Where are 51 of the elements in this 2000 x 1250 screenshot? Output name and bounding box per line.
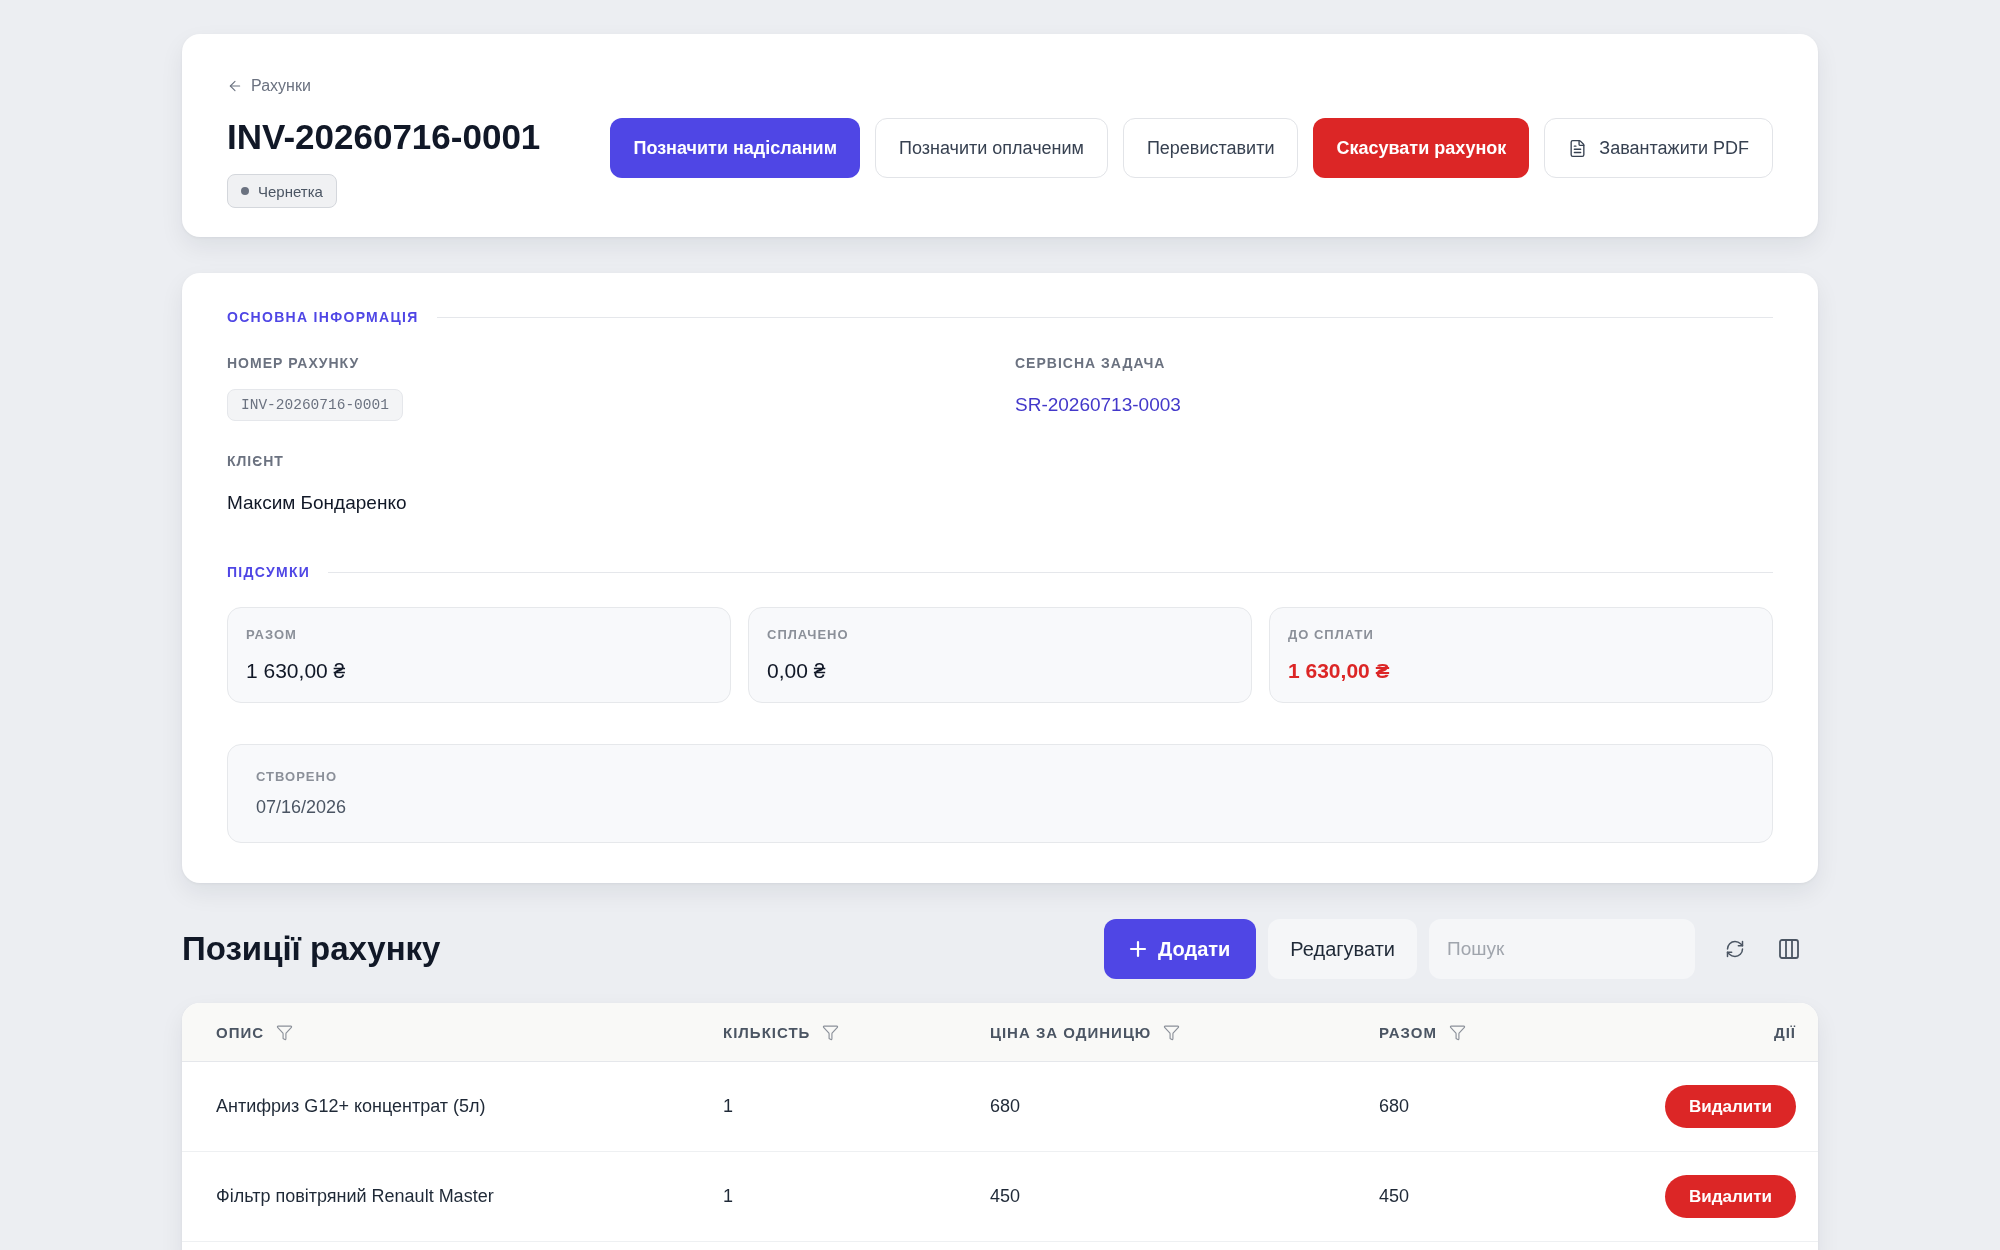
table-cell-text: 450 xyxy=(990,1186,1022,1207)
section-title: Позиції рахунку xyxy=(182,930,441,968)
action-button[interactable]: Позначити оплаченим xyxy=(874,118,1108,178)
add-button[interactable]: Додати xyxy=(1104,919,1257,979)
primary-action-button[interactable]: Позначити надісланим xyxy=(610,118,860,178)
status-dot-icon xyxy=(241,187,249,195)
refresh-icon[interactable] xyxy=(1725,939,1745,959)
field-label: НОМЕР РАХУНКУ xyxy=(227,354,360,372)
table-cell-text: 450 xyxy=(1379,1186,1411,1207)
column-header: ДІЇ xyxy=(1774,1023,1796,1041)
summary-value: 1 630,00 ₴ xyxy=(1288,658,1390,684)
cancel-button[interactable]: Скасувати рахунок xyxy=(1313,118,1530,178)
filter-icon[interactable] xyxy=(1163,1023,1181,1041)
code-value: INV-20260716-0001 xyxy=(227,389,403,421)
filter-icon[interactable] xyxy=(822,1023,840,1041)
table-cell-text: 680 xyxy=(990,1096,1022,1117)
field-label: КЛІЄНТ xyxy=(227,452,284,470)
download-button[interactable]: Завантажити PDF xyxy=(1544,118,1773,178)
field-label: СЕРВІСНА ЗАДАЧА xyxy=(1015,354,1166,372)
summary-label: РАЗОМ xyxy=(246,627,297,643)
filter-icon[interactable] xyxy=(276,1023,294,1041)
column-header: ОПИС xyxy=(216,1023,265,1041)
table-cell-text: Антифриз G12+ концентрат (5л) xyxy=(216,1096,487,1117)
column-header: КІЛЬКІСТЬ xyxy=(723,1023,811,1041)
column-header: ЦІНА ЗА ОДИНИЦЮ xyxy=(990,1023,1152,1041)
status-label: Чернетка xyxy=(258,182,323,200)
back-link[interactable]: Рахунки xyxy=(227,76,311,96)
delete-button[interactable]: Видалити xyxy=(1665,1175,1796,1218)
invoice-title: INV-20260716-0001 xyxy=(227,116,541,158)
section-heading: ПІДСУМКИ xyxy=(227,563,311,581)
table-cell-text: Фільтр повітряний Renault Master xyxy=(216,1186,495,1207)
action-button[interactable]: Перевиставити xyxy=(1122,118,1299,178)
search-field[interactable]: Пошук xyxy=(1429,919,1695,979)
created-date: 07/16/2026 xyxy=(256,796,347,819)
task-link[interactable]: SR-20260713-0003 xyxy=(1015,394,1181,416)
summary-value: 0,00 ₴ xyxy=(767,658,826,684)
edit-button[interactable]: Редагувати xyxy=(1268,919,1417,979)
summary-value: 1 630,00 ₴ xyxy=(246,658,346,684)
delete-button[interactable]: Видалити xyxy=(1665,1085,1796,1128)
summary-label: СПЛАЧЕНО xyxy=(767,627,849,643)
document-icon xyxy=(1568,138,1588,158)
columns-icon[interactable] xyxy=(1777,937,1801,961)
field-value: Максим Бондаренко xyxy=(227,492,407,514)
table-cell-text: 680 xyxy=(1379,1096,1411,1117)
filter-icon[interactable] xyxy=(1448,1023,1466,1041)
column-header: РАЗОМ xyxy=(1379,1023,1437,1041)
created-label: СТВОРЕНО xyxy=(256,769,338,785)
table-cell-text: 1 xyxy=(723,1186,734,1207)
table-cell-text: 1 xyxy=(723,1096,734,1117)
summary-label: ДО СПЛАТИ xyxy=(1288,627,1374,643)
section-heading: ОСНОВНА ІНФОРМАЦІЯ xyxy=(227,308,419,326)
